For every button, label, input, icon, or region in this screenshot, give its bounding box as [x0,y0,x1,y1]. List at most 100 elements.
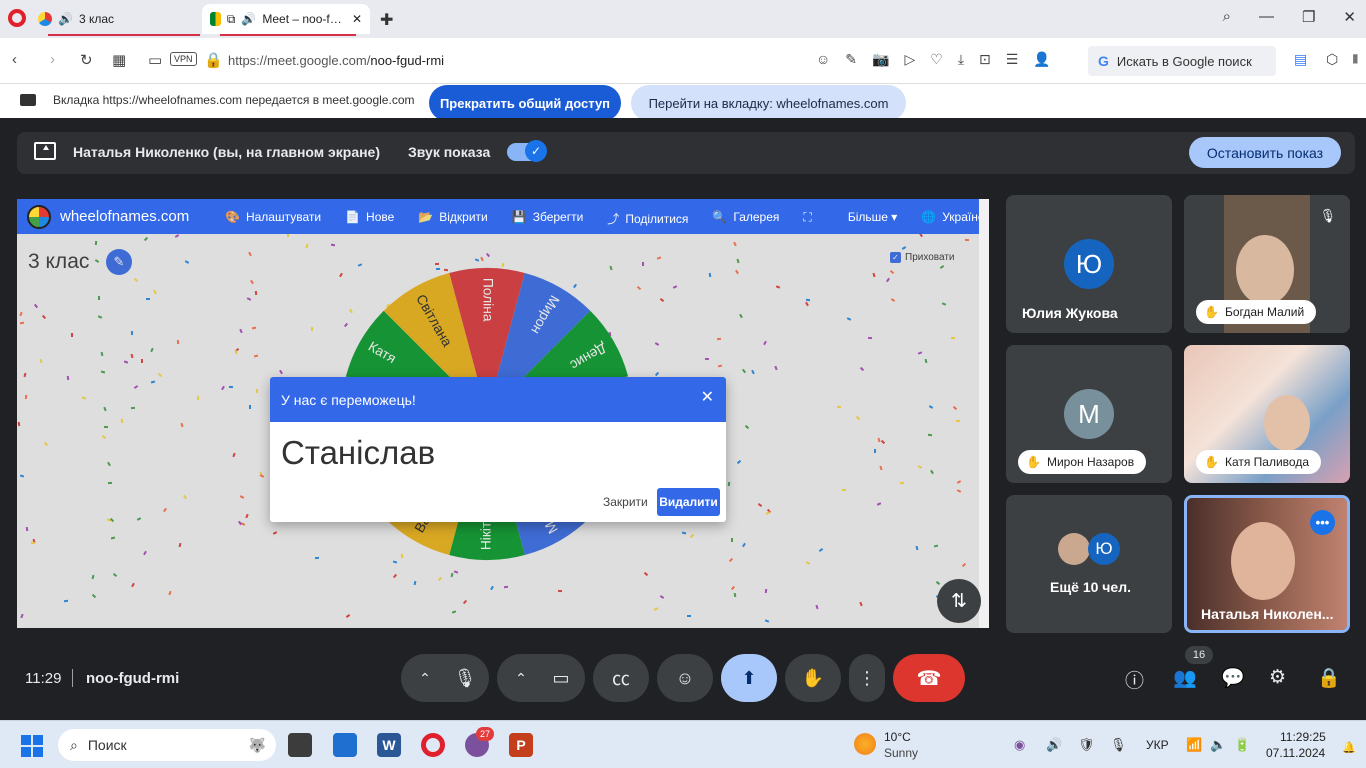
wheelofnames-logo[interactable]: wheelofnames.com [60,208,189,225]
opera-logo-icon[interactable] [8,9,26,27]
wifi-icon[interactable]: 📶 [1186,737,1202,753]
url-field[interactable]: https://meet.google.com/noo-fgud-rmi [228,53,444,68]
browser-search-icon[interactable]: ⌕ [1223,8,1231,26]
shared-scrollbar[interactable] [979,199,989,628]
microphone-tray-icon[interactable]: 🎙 [1110,737,1127,753]
more-options-icon[interactable]: ••• [1310,510,1335,535]
wheel-logo-icon[interactable] [27,205,51,229]
go-to-tab-button[interactable]: Перейти на вкладку: wheelofnames.com [631,85,906,121]
tab-3-klas[interactable]: 🔊 3 клас [30,4,200,36]
emoji-reaction-icon[interactable]: ☺ [657,654,713,702]
host-controls-lock-icon[interactable]: 🔒 [1317,666,1341,690]
captions-icon[interactable]: ㏄ [593,654,649,702]
sound-share-toggle[interactable]: ✓ [507,140,547,162]
battery-icon[interactable]: 🔋 [1234,737,1250,753]
powerpoint-icon[interactable]: P [509,733,533,757]
snapshot-icon[interactable]: 📷 [872,51,889,68]
people-icon[interactable]: 👥 [1173,666,1197,690]
forward-icon[interactable]: › [50,51,55,68]
save-icon: 💾 [511,210,527,224]
notifications-bell-icon[interactable]: 🔔 [1342,741,1356,754]
participant-tile[interactable]: 🎙 ✋ Богдан Малий [1184,195,1350,333]
maximize-icon[interactable]: ❐ [1302,8,1315,26]
raised-hand-icon: ✋ [1026,455,1041,469]
participant-tile-self[interactable]: ••• Наталья Николен... [1184,495,1350,633]
download-icon[interactable]: ⤓ [958,51,964,68]
taskbar-search[interactable]: ⌕ Поиск 🐺 [58,729,276,761]
participant-name-pill: ✋ Мирон Назаров [1018,450,1147,474]
menu-lines-icon[interactable]: ☰ [1006,51,1019,68]
windows-start-icon[interactable] [21,735,43,757]
task-view-icon[interactable] [288,733,312,757]
more-vert-icon[interactable]: ⋮ [849,654,885,702]
back-icon[interactable]: ‹ [12,51,17,68]
raise-hand-icon[interactable]: ✋ [785,654,841,702]
google-search-box[interactable]: G Искать в Google поиск [1088,46,1276,76]
grid-icon[interactable]: ▦ [112,51,126,69]
stop-presenting-button[interactable]: Остановить показ [1189,137,1341,168]
menu-gallery[interactable]: 🔍 Галерея [712,210,779,227]
new-tab-plus-icon[interactable]: ✚ [380,10,393,30]
extensions-cube-icon[interactable]: ⬡ [1326,51,1338,68]
reload-icon[interactable]: ↻ [80,51,93,69]
scrollbar-icon[interactable]: ▮ [1352,51,1359,65]
close-window-icon[interactable]: ✕ [1343,8,1356,26]
video-popout-icon[interactable]: ⊡ [979,51,991,68]
stop-sharing-button[interactable]: Прекратить общий доступ [429,85,621,121]
participant-tile[interactable]: Ю Юлия Жукова [1006,195,1172,333]
speaker-icon[interactable]: 🔊 [241,12,256,26]
pip-icon[interactable]: ⧉ [227,12,236,27]
tab-close-icon[interactable]: ✕ [352,12,362,26]
end-call-icon[interactable]: ☎ [893,654,965,702]
menu-open[interactable]: 📂 Відкрити [418,210,487,227]
weather-sun-icon[interactable] [854,733,876,755]
window-controls: ⌕ — ❐ ✕ [1223,8,1356,26]
vpn-badge[interactable]: VPN [170,52,197,66]
edit-icon[interactable]: ✎ [845,51,857,68]
shared-screen: wheelofnames.com 🎨 Налаштувати 📄 Нове 📂 Від… [17,199,989,628]
menu-more[interactable]: Більше ▾ [842,210,897,227]
menu-save[interactable]: 💾 Зберегти [512,210,584,227]
swap-layout-icon[interactable]: ⇅ [937,579,981,623]
taskbar-search-label: Поиск [87,737,127,753]
camera-icon[interactable]: ▭ [148,51,162,69]
speaker-tray-icon[interactable]: 🔈 [1210,737,1226,753]
menu-fullscreen[interactable]: ⛶ [803,210,817,227]
wheelofnames-menu: 🎨 Налаштувати 📄 Нове 📂 Відкрити 💾 Зберегти ⤴… [225,210,989,227]
participant-tile[interactable]: М ✋ Мирон Назаров [1006,345,1172,483]
participant-tile[interactable]: ✋ Катя Паливода [1184,345,1350,483]
participant-tile[interactable]: Ю Ещё 10 чел. [1006,495,1172,633]
security-shield-icon[interactable]: 🛡 [1078,737,1095,753]
heart-icon[interactable]: ♡ [930,51,943,68]
profile-icon[interactable]: 👤 [1033,51,1050,68]
weather-temperature: 10°C [884,730,911,744]
menu-share[interactable]: ⤴ Поділитися [607,210,688,227]
volume-muted-icon[interactable]: 🔊 [1046,737,1062,753]
present-screen-icon[interactable]: ⬆ [721,654,777,702]
close-button[interactable]: Закрити [603,495,648,509]
minimize-icon[interactable]: — [1259,8,1274,26]
close-icon[interactable]: ✕ [701,387,714,407]
word-icon[interactable]: W [377,733,401,757]
clock-date[interactable]: 07.11.2024 [1266,746,1325,760]
remove-button[interactable]: Видалити [657,488,720,516]
chat-icon[interactable]: 💬 [1221,666,1245,690]
store-icon[interactable] [333,733,357,757]
keyboard-language[interactable]: УКР [1146,738,1169,752]
send-icon[interactable]: ▷ [904,51,915,68]
opera-taskbar-icon[interactable] [421,733,445,757]
lock-icon[interactable]: 🔒 [204,51,223,69]
sidebar-panel-icon[interactable]: ▤ [1294,51,1307,68]
viber-tray-icon[interactable]: ◉ [1014,737,1025,753]
speaker-icon[interactable]: 🔊 [58,12,73,26]
menu-customize[interactable]: 🎨 Налаштувати [225,210,321,227]
camera-icon[interactable]: ▭ [533,654,589,702]
menu-new[interactable]: 📄 Нове [345,210,394,227]
microphone-icon[interactable]: 🎙 [437,654,493,702]
emoji-icon[interactable]: ☺ [816,51,830,68]
tab-audio-indicator [48,34,200,36]
tab-meet[interactable]: ⧉ 🔊 Meet – noo-fgud-rmi ✕ [202,4,370,36]
info-icon[interactable]: ⓘ [1125,666,1144,693]
activities-icon[interactable]: ⚙ [1269,666,1286,689]
clock-time[interactable]: 11:29:25 [1280,730,1326,744]
